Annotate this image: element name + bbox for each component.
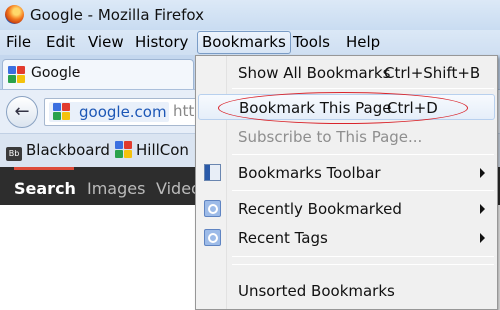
bookmarks-menu: Show All Bookmarks Ctrl+Shift+B Bookmark… xyxy=(195,55,498,310)
url-text: htt xyxy=(173,102,195,120)
menu-separator xyxy=(232,154,494,155)
menuitem-label: Recently Bookmarked xyxy=(238,200,402,218)
bookmark-hillcon[interactable]: HillCon xyxy=(115,141,189,159)
tab-label: Google xyxy=(31,65,81,81)
menuitem-shortcut: Ctrl+Shift+B xyxy=(384,64,481,82)
menuitem-unsorted-bookmarks[interactable]: Unsorted Bookmarks xyxy=(198,278,495,304)
menuitem-label: Bookmarks Toolbar xyxy=(238,164,381,182)
window-title: Google - Mozilla Firefox xyxy=(30,6,204,24)
submenu-arrow-icon xyxy=(480,204,485,214)
smart-folder-icon xyxy=(204,200,221,217)
menuitem-label: Show All Bookmarks xyxy=(238,64,391,82)
google-favicon-icon xyxy=(53,103,70,120)
menu-view[interactable]: View xyxy=(88,33,124,51)
submenu-arrow-icon xyxy=(480,168,485,178)
blackboard-icon: Bb xyxy=(6,147,22,161)
site-identity[interactable]: google.com xyxy=(49,102,169,122)
bookmarks-toolbar-icon xyxy=(204,164,221,181)
smart-folder-icon xyxy=(204,229,221,246)
back-arrow-icon: ← xyxy=(14,101,30,122)
menuitem-label: Unsorted Bookmarks xyxy=(238,282,395,300)
menu-history[interactable]: History xyxy=(135,33,188,51)
back-button[interactable]: ← xyxy=(6,96,38,128)
active-indicator xyxy=(14,167,74,170)
menuitem-recently-bookmarked[interactable]: Recently Bookmarked xyxy=(198,196,495,222)
menu-tools[interactable]: Tools xyxy=(293,33,330,51)
menuitem-show-all-bookmarks[interactable]: Show All Bookmarks Ctrl+Shift+B xyxy=(198,60,495,86)
menuitem-label: Subscribe to This Page... xyxy=(238,128,423,146)
menuitem-bookmark-this-page[interactable]: Bookmark This Page Ctrl+D xyxy=(198,94,495,120)
menuitem-shortcut: Ctrl+D xyxy=(387,99,438,117)
bookmark-label: Blackboard xyxy=(26,141,110,159)
menuitem-label: Bookmark This Page xyxy=(239,99,392,117)
bookmark-blackboard[interactable]: Bb Blackboard xyxy=(6,141,110,161)
menu-bookmarks[interactable]: Bookmarks xyxy=(197,31,291,54)
menu-edit[interactable]: Edit xyxy=(46,33,75,51)
google-link-search[interactable]: Search xyxy=(14,179,76,198)
menu-separator xyxy=(232,190,494,191)
tab-google[interactable]: Google xyxy=(2,59,194,89)
menu-separator xyxy=(232,88,494,89)
firefox-icon xyxy=(5,5,24,24)
title-bar: Google - Mozilla Firefox xyxy=(0,0,500,30)
site-domain: google.com xyxy=(79,103,167,121)
menu-bar: File Edit View History Bookmarks Tools H… xyxy=(0,30,500,55)
google-link-images[interactable]: Images xyxy=(87,179,145,198)
menuitem-recent-tags[interactable]: Recent Tags xyxy=(198,225,495,251)
menuitem-bookmarks-toolbar[interactable]: Bookmarks Toolbar xyxy=(198,160,495,186)
menu-file[interactable]: File xyxy=(6,33,31,51)
menu-help[interactable]: Help xyxy=(346,33,380,51)
menuitem-subscribe: Subscribe to This Page... xyxy=(198,124,495,150)
menuitem-label: Recent Tags xyxy=(238,229,328,247)
menu-separator xyxy=(232,264,494,265)
menu-separator xyxy=(232,256,494,257)
bookmark-label: HillCon xyxy=(136,141,189,159)
google-favicon-icon xyxy=(8,66,25,83)
submenu-arrow-icon xyxy=(480,233,485,243)
google-favicon-icon xyxy=(115,141,132,158)
